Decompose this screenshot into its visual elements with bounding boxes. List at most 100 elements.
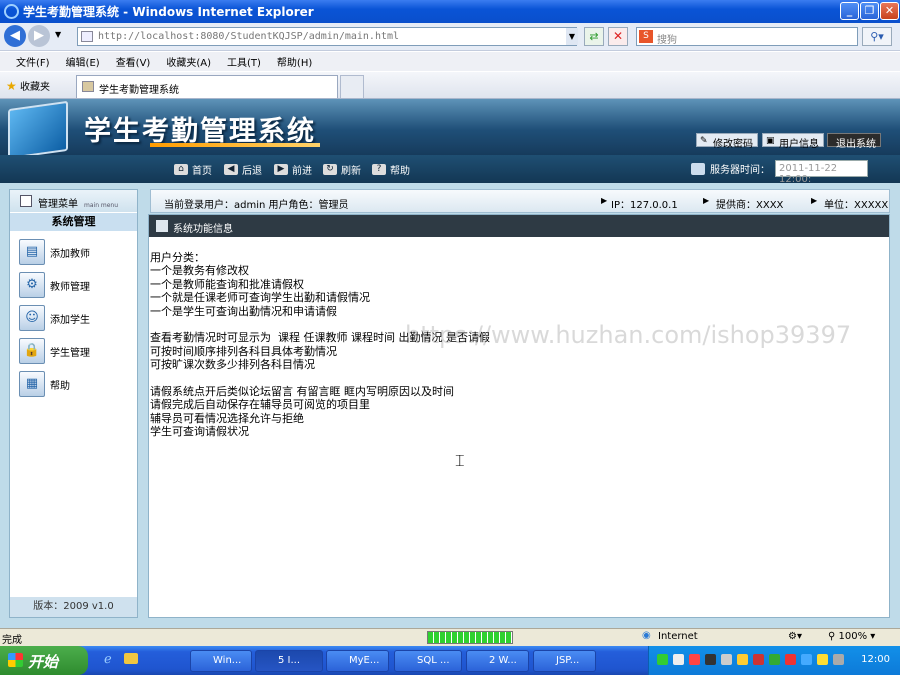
task-label: 2 W...	[489, 655, 517, 666]
tray-icon[interactable]	[785, 654, 796, 665]
info-line: 学生可查询请假状况	[150, 425, 249, 439]
tab-page-icon	[82, 81, 94, 92]
menu-favorites[interactable]: 收藏夹(A)	[166, 54, 211, 69]
tray-icon[interactable]	[657, 654, 668, 665]
main-content: 系统功能信息 用户分类： 一个是教务有修改权 一个是教师能查询和批准请假权 一个就是任…	[148, 214, 890, 618]
tray-icon[interactable]	[673, 654, 684, 665]
sidebar-item-teacher-management[interactable]: ⚙ 教师管理	[19, 272, 134, 298]
menu-help[interactable]: 帮助(H)	[277, 54, 312, 69]
tray-icon[interactable]	[769, 654, 780, 665]
toolbar-back[interactable]: ◀ 后退	[224, 162, 262, 177]
refresh-icon[interactable]: ⇄	[584, 27, 604, 46]
search-go-icon[interactable]: ⚲▾	[862, 27, 892, 46]
sidebar-item-help[interactable]: ▦ 帮助	[19, 371, 134, 397]
toolbar-home[interactable]: ⌂ 首页	[174, 162, 212, 177]
task-sql[interactable]: SQL ...	[394, 650, 462, 672]
task-label: MyE...	[349, 655, 380, 666]
info-line: 一个就是任课老师可查询学生出勤和请假情况	[150, 291, 370, 305]
sidebar-section: 系统管理	[10, 213, 137, 231]
task-ie[interactable]: 5 I...	[255, 650, 323, 672]
logout-label: 退出系统	[836, 139, 876, 150]
info-line: 请假系统点开后类似论坛留言 有留言眶 眶内写明原因以及时间	[150, 385, 454, 399]
browser-tab[interactable]: 学生考勤管理系统	[76, 75, 338, 98]
taskbar: 开始 ℯ Win... 5 I... MyE... SQL ... 2 W...…	[0, 646, 900, 675]
header-marker-icon	[156, 220, 168, 232]
ie-logo-icon	[4, 4, 19, 19]
address-text: http://localhost:8080/StudentKQJSP/admin…	[98, 31, 400, 42]
protected-mode-icon[interactable]: ⚙▾	[788, 631, 802, 642]
new-tab-button[interactable]	[340, 75, 364, 98]
app-header: 学生考勤管理系统 ✎ 修改密码 ▣ 用户信息 退出系统	[0, 99, 900, 160]
gear-icon: ⚙	[19, 272, 45, 298]
ie-quicklaunch-icon[interactable]: ℯ	[104, 652, 112, 667]
refresh-label: 刷新	[341, 166, 361, 177]
back-button[interactable]: ◀	[4, 25, 26, 47]
menu-file[interactable]: 文件(F)	[16, 54, 50, 69]
address-bar[interactable]: http://localhost:8080/StudentKQJSP/admin…	[77, 27, 577, 46]
info-line: 辅导员可看情况选择允许与拒绝	[150, 411, 304, 425]
search-input[interactable]: S 搜狗	[636, 27, 858, 46]
forward-label: 前进	[292, 166, 312, 177]
folder-quicklaunch-icon[interactable]	[124, 653, 138, 664]
user-info-button[interactable]: ▣ 用户信息	[762, 133, 824, 150]
watermark: https://www.huzhan.com/ishop39397	[405, 321, 852, 349]
mouse-cursor-icon: ⌶	[455, 451, 465, 470]
server-time-value: 2011-11-22 12:00:	[775, 160, 868, 185]
info-line: 请假完成后自动保存在辅导员可阅览的项目里	[150, 398, 370, 412]
sidebar-item-label: 添加学生	[50, 314, 90, 326]
sidebar-item-add-teacher[interactable]: ▤ 添加教师	[19, 239, 134, 265]
tray-icon[interactable]	[705, 654, 716, 665]
start-button[interactable]: 开始	[0, 646, 88, 675]
task-label: SQL ...	[417, 655, 450, 666]
history-dropdown-icon[interactable]: ▼	[55, 30, 61, 39]
tray-icon[interactable]	[801, 654, 812, 665]
tray-icon[interactable]	[833, 654, 844, 665]
maximize-button[interactable]: ❐	[860, 2, 879, 20]
toolbar-forward[interactable]: ▶ 前进	[274, 162, 312, 177]
star-icon: ★	[6, 79, 17, 93]
unit: 单位：XXXXX	[824, 200, 889, 211]
menu-bar: 文件(F) 编辑(E) 查看(V) 收藏夹(A) 工具(T) 帮助(H)	[0, 52, 900, 71]
change-password-button[interactable]: ✎ 修改密码	[696, 133, 758, 150]
close-button[interactable]: ✕	[880, 2, 899, 20]
sidebar-item-label: 教师管理	[50, 281, 90, 293]
arrow-icon: ▶	[703, 196, 710, 205]
page-icon	[81, 31, 93, 42]
task-label: JSP...	[556, 655, 580, 666]
address-dropdown-icon[interactable]: ▼	[566, 28, 578, 45]
windows-logo-icon	[8, 653, 23, 667]
sidebar-header: 管理菜单 main menu	[10, 190, 137, 212]
tray-icon[interactable]	[817, 654, 828, 665]
task-win[interactable]: Win...	[190, 650, 252, 672]
tray-icon[interactable]	[753, 654, 764, 665]
help-icon: ▦	[19, 371, 45, 397]
logout-button[interactable]: 退出系统	[827, 133, 881, 150]
minimize-button[interactable]: _	[840, 2, 859, 20]
menu-view[interactable]: 查看(V)	[116, 54, 151, 69]
sidebar-item-label: 添加教师	[50, 248, 90, 260]
server-time-label: 服务器时间：	[710, 165, 770, 176]
sidebar-item-add-student[interactable]: ☺ 添加学生	[19, 305, 134, 331]
task-word[interactable]: 2 W...	[466, 650, 529, 672]
menu-tools[interactable]: 工具(T)	[227, 54, 261, 69]
sidebar-item-label: 学生管理	[50, 347, 90, 359]
favorites-button[interactable]: ★ 收藏夹	[6, 78, 50, 93]
info-line	[150, 372, 490, 385]
task-jsp[interactable]: JSP...	[533, 650, 596, 672]
monitor-logo-icon	[8, 100, 68, 160]
sidebar-item-student-management[interactable]: 🔒 学生管理	[19, 338, 134, 364]
task-myeclipse[interactable]: MyE...	[326, 650, 389, 672]
forward-button[interactable]: ▶	[28, 25, 50, 47]
zoom-icon: ⚲	[828, 631, 836, 642]
tray-icon[interactable]	[689, 654, 700, 665]
toolbar-refresh[interactable]: ↻ 刷新	[323, 162, 361, 177]
menu-edit[interactable]: 编辑(E)	[66, 54, 100, 69]
info-line: 一个是教师能查询和批准请假权	[150, 277, 304, 291]
toolbar-help[interactable]: ? 帮助	[372, 162, 410, 177]
tray-icon[interactable]	[737, 654, 748, 665]
stop-icon[interactable]: ✕	[608, 27, 628, 46]
status-text: 完成	[2, 635, 22, 646]
tray-icon[interactable]	[721, 654, 732, 665]
security-zone: Internet	[658, 631, 698, 642]
zoom-level[interactable]: ⚲ 100% ▾	[828, 631, 875, 642]
